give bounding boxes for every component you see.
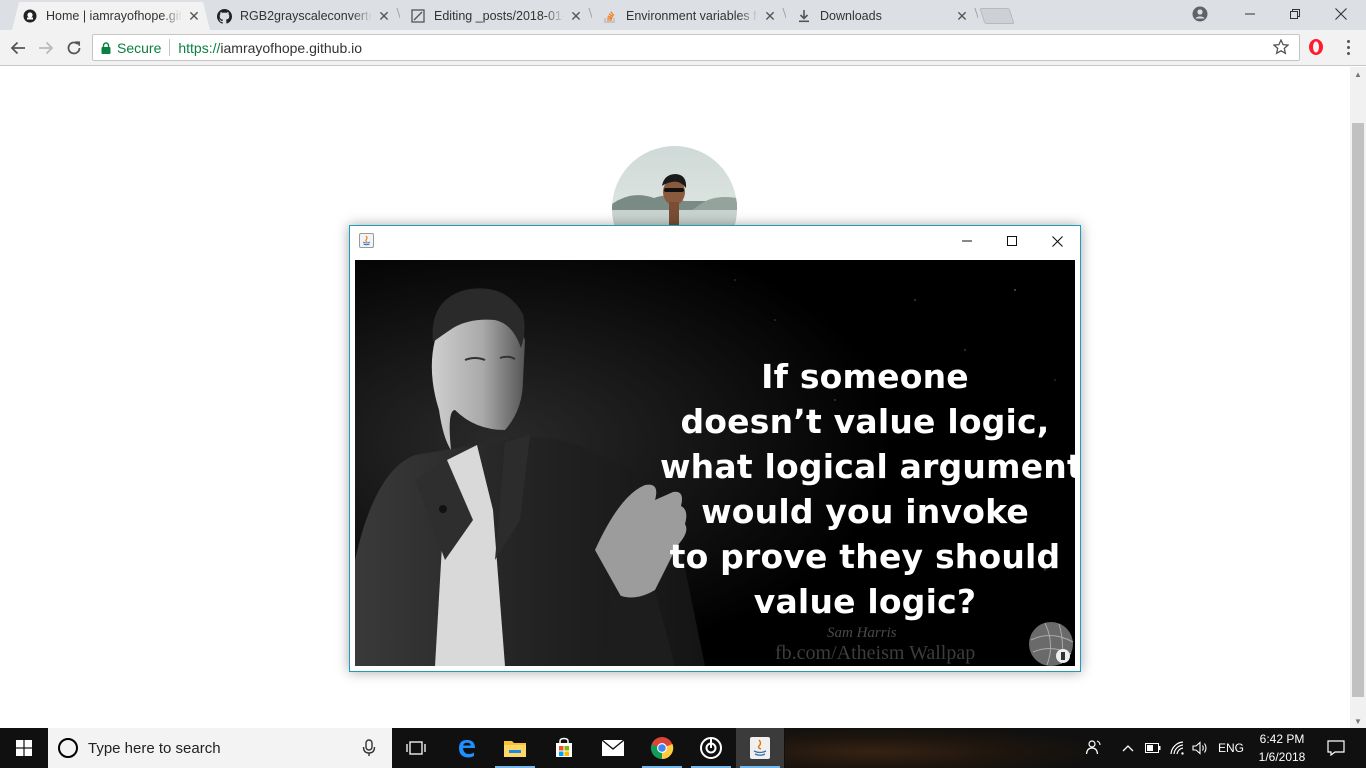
taskbar-wallpaper bbox=[785, 728, 1085, 768]
back-arrow-icon bbox=[10, 41, 25, 55]
clock-time: 6:42 PM bbox=[1259, 732, 1305, 746]
lock-icon bbox=[101, 41, 111, 54]
tab-title: RGB2grayscaleconverter/ bbox=[240, 9, 372, 23]
quote-text: If someone doesn’t value logic, what log… bbox=[660, 354, 1075, 624]
url-text[interactable]: https://iamrayofhope.github.io bbox=[178, 40, 362, 56]
tab-title: Editing _posts/2018-01-0 bbox=[434, 9, 564, 23]
quote-line: to prove they should bbox=[669, 537, 1061, 576]
java-window-titlebar[interactable] bbox=[350, 226, 1080, 256]
minimize-icon bbox=[1245, 13, 1255, 15]
forward-arrow-icon bbox=[39, 41, 54, 55]
close-icon bbox=[1051, 235, 1063, 247]
windows-logo-icon bbox=[16, 740, 32, 756]
secure-label: Secure bbox=[117, 39, 162, 56]
bookmark-star-icon[interactable] bbox=[1272, 38, 1291, 57]
tab-environment-variables[interactable]: Environment variables fc ✕ bbox=[592, 2, 786, 30]
java-minimize-button[interactable] bbox=[944, 226, 990, 256]
secure-indicator[interactable]: Secure bbox=[93, 40, 161, 56]
address-bar[interactable]: Secure https://iamrayofhope.github.io bbox=[92, 34, 1300, 61]
quote-author: Sam Harris bbox=[827, 625, 897, 641]
scroll-up-arrow-icon[interactable]: ▲ bbox=[1350, 67, 1366, 81]
java-taskbar-icon[interactable] bbox=[736, 728, 784, 768]
action-center-icon[interactable] bbox=[1316, 728, 1356, 768]
windows-taskbar: Type here to search ENG 6:42 PM 1/6/2018 bbox=[0, 728, 1366, 768]
quote-line: what logical argument bbox=[660, 447, 1075, 486]
search-placeholder: Type here to search bbox=[88, 739, 221, 757]
clock-date: 1/6/2018 bbox=[1258, 750, 1306, 764]
java-image-window[interactable]: If someone doesn’t value logic, what log… bbox=[349, 225, 1081, 672]
close-icon[interactable]: ✕ bbox=[762, 8, 778, 24]
file-explorer-icon[interactable] bbox=[491, 728, 539, 768]
java-maximize-button[interactable] bbox=[989, 226, 1035, 256]
grayscale-image: If someone doesn’t value logic, what log… bbox=[355, 260, 1075, 666]
new-tab-button[interactable] bbox=[979, 8, 1015, 24]
divider bbox=[169, 39, 171, 56]
tab-home[interactable]: Home | iamrayofhope.git ✕ bbox=[12, 2, 210, 30]
store-icon[interactable] bbox=[540, 728, 588, 768]
stackoverflow-icon bbox=[602, 8, 618, 24]
cortana-icon bbox=[58, 738, 78, 758]
more-menu-icon[interactable] bbox=[1340, 36, 1356, 58]
watermark-text: fb.com/Atheism Wallpap bbox=[775, 642, 976, 664]
close-icon[interactable]: ✕ bbox=[568, 8, 584, 24]
tab-rgb2grayscale[interactable]: RGB2grayscaleconverter/ ✕ bbox=[206, 2, 400, 30]
minimize-button[interactable] bbox=[1227, 0, 1273, 28]
reload-icon bbox=[67, 41, 81, 55]
taskbar-search-box[interactable]: Type here to search bbox=[48, 728, 392, 768]
chrome-icon[interactable] bbox=[638, 728, 686, 768]
minimize-icon bbox=[962, 240, 972, 242]
reload-button[interactable] bbox=[62, 36, 86, 60]
input-language-indicator[interactable]: ENG bbox=[1214, 728, 1248, 768]
opera-extension-icon[interactable] bbox=[1305, 36, 1327, 58]
back-button[interactable] bbox=[6, 36, 30, 60]
task-view-icon[interactable] bbox=[392, 728, 440, 768]
tab-title: Home | iamrayofhope.git bbox=[46, 9, 182, 23]
tab-title: Environment variables fc bbox=[626, 9, 758, 23]
restore-icon bbox=[1290, 9, 1300, 19]
edge-icon[interactable] bbox=[443, 728, 491, 768]
profile-icon[interactable] bbox=[1188, 4, 1212, 24]
github-pages-icon bbox=[22, 8, 38, 24]
volume-icon[interactable] bbox=[1190, 728, 1212, 768]
microphone-icon[interactable] bbox=[362, 739, 376, 757]
wifi-icon[interactable] bbox=[1168, 728, 1188, 768]
close-icon[interactable]: ✕ bbox=[376, 8, 392, 24]
quote-line: would you invoke bbox=[701, 492, 1029, 531]
quote-line: doesn’t value logic, bbox=[680, 402, 1050, 441]
mail-icon[interactable] bbox=[589, 728, 637, 768]
battery-icon[interactable] bbox=[1143, 728, 1163, 768]
url-host: iamrayofhope.github.io bbox=[220, 39, 363, 56]
quote-line: If someone bbox=[761, 357, 969, 396]
maximize-icon bbox=[1007, 236, 1017, 246]
people-icon[interactable] bbox=[1082, 728, 1106, 768]
quote-line: value logic? bbox=[753, 582, 977, 621]
start-button[interactable] bbox=[0, 728, 48, 768]
scroll-thumb[interactable] bbox=[1352, 123, 1364, 697]
restore-button[interactable] bbox=[1272, 0, 1318, 28]
github-icon bbox=[216, 8, 232, 24]
page-scrollbar[interactable]: ▲ ▼ bbox=[1350, 67, 1366, 728]
close-icon bbox=[1335, 8, 1347, 20]
system-clock[interactable]: 6:42 PM 1/6/2018 bbox=[1252, 730, 1312, 766]
close-icon[interactable]: ✕ bbox=[954, 8, 970, 24]
tab-downloads[interactable]: Downloads ✕ bbox=[786, 2, 978, 30]
edit-doc-icon bbox=[410, 8, 426, 24]
scroll-down-arrow-icon[interactable]: ▼ bbox=[1350, 714, 1366, 728]
groove-music-icon[interactable] bbox=[687, 728, 735, 768]
tab-title: Downloads bbox=[820, 9, 882, 23]
java-icon bbox=[359, 233, 374, 248]
close-icon[interactable]: ✕ bbox=[186, 8, 202, 24]
download-icon bbox=[796, 8, 812, 24]
browser-toolbar: Secure https://iamrayofhope.github.io bbox=[0, 30, 1366, 66]
watermark-globe-icon bbox=[1029, 622, 1074, 666]
url-scheme: https:// bbox=[178, 39, 221, 56]
java-close-button[interactable] bbox=[1034, 226, 1080, 256]
forward-button[interactable] bbox=[34, 36, 58, 60]
tab-editing-post[interactable]: Editing _posts/2018-01-0 ✕ bbox=[400, 2, 592, 30]
close-window-button[interactable] bbox=[1318, 0, 1364, 28]
show-hidden-icons-chevron-icon[interactable] bbox=[1118, 728, 1138, 768]
tab-strip: Home | iamrayofhope.git ✕ RGB2grayscalec… bbox=[0, 0, 1366, 30]
